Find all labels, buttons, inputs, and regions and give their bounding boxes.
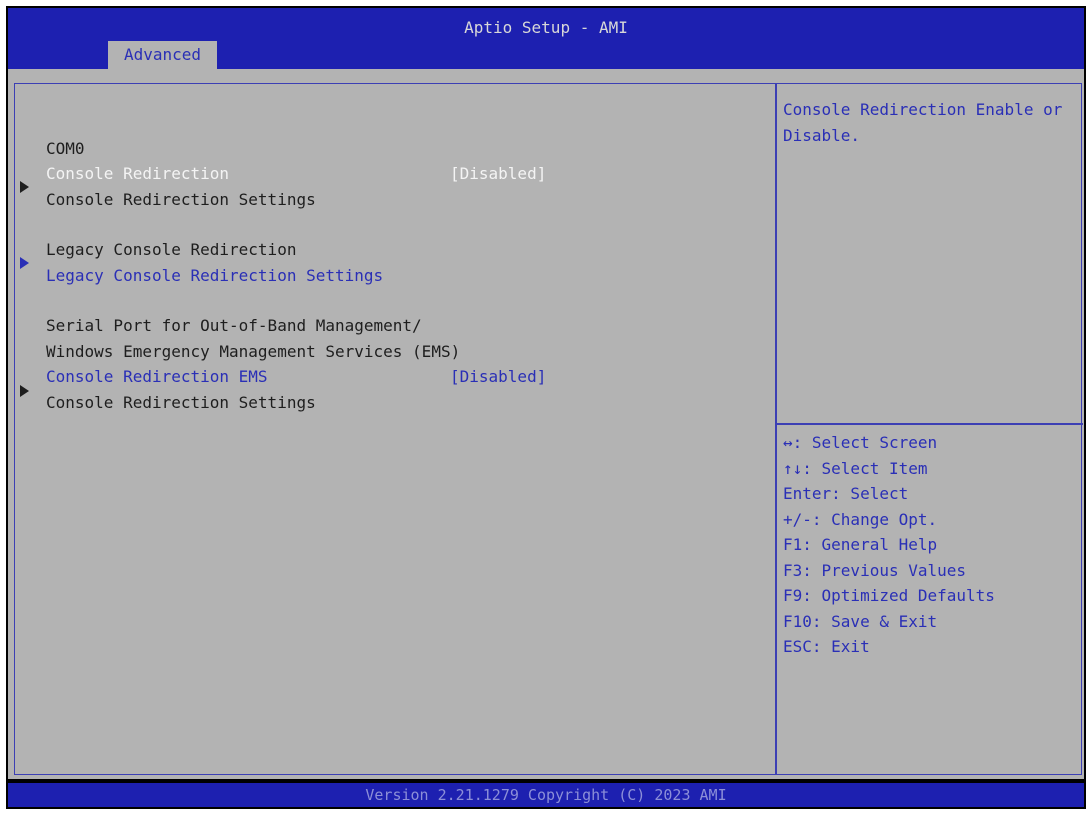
tab-advanced[interactable]: Advanced (108, 41, 217, 69)
footer-version: Version 2.21.1279 Copyright (C) 2023 AMI (8, 783, 1084, 807)
submenu-arrow-icon (20, 257, 29, 269)
key-hint-esc-exit: ESC: Exit (783, 637, 870, 656)
submenu-arrow-icon (20, 385, 29, 397)
key-hint-change-opt: +/-: Change Opt. (783, 509, 938, 529)
panel-divider (775, 84, 777, 774)
main-panel: COM0 Console Redirection [Disabled] Cons… (8, 69, 1084, 779)
key-hint-select-screen: ↔: Select Screen (783, 433, 938, 452)
legacy-settings-label: Legacy Console Redirection Settings (46, 266, 384, 285)
key-hint-optimized-defaults: F9: Optimized Defaults (783, 586, 995, 605)
content-frame: COM0 Console Redirection [Disabled] Cons… (14, 83, 1083, 775)
submenu-arrow-icon (20, 181, 29, 193)
bios-screen: Aptio Setup - AMI Advanced COM0 Console … (6, 6, 1086, 809)
console-redirection-settings-label: Console Redirection Settings (46, 190, 316, 209)
ems-settings-label: Console Redirection Settings (46, 393, 316, 412)
legacy-heading: Legacy Console Redirection (46, 240, 297, 259)
app-title: Aptio Setup - AMI (464, 18, 628, 37)
key-hint-enter: Enter: Select (783, 484, 909, 503)
help-description: Console Redirection Enable or Disable. (783, 100, 1072, 145)
console-redirection-ems-label: Console Redirection EMS (46, 367, 268, 386)
key-hint-previous-values: F3: Previous Values (783, 560, 967, 580)
console-redirection-value[interactable]: [Disabled] (450, 161, 546, 187)
key-hint-general-help: F1: General Help (783, 535, 938, 554)
serial-heading-line1: Serial Port for Out-of-Band Management/ (46, 316, 422, 335)
help-divider (777, 423, 1083, 425)
key-hint-select-item: ↑↓: Select Item (783, 458, 928, 478)
com0-heading: COM0 (46, 139, 85, 158)
console-redirection-ems-value[interactable]: [Disabled] (450, 364, 546, 390)
header-bar: Aptio Setup - AMI Advanced (8, 8, 1084, 69)
key-hint-save-exit: F10: Save & Exit (783, 611, 938, 631)
serial-heading-line2: Windows Emergency Management Services (E… (46, 342, 461, 361)
console-redirection-label: Console Redirection (46, 164, 230, 183)
